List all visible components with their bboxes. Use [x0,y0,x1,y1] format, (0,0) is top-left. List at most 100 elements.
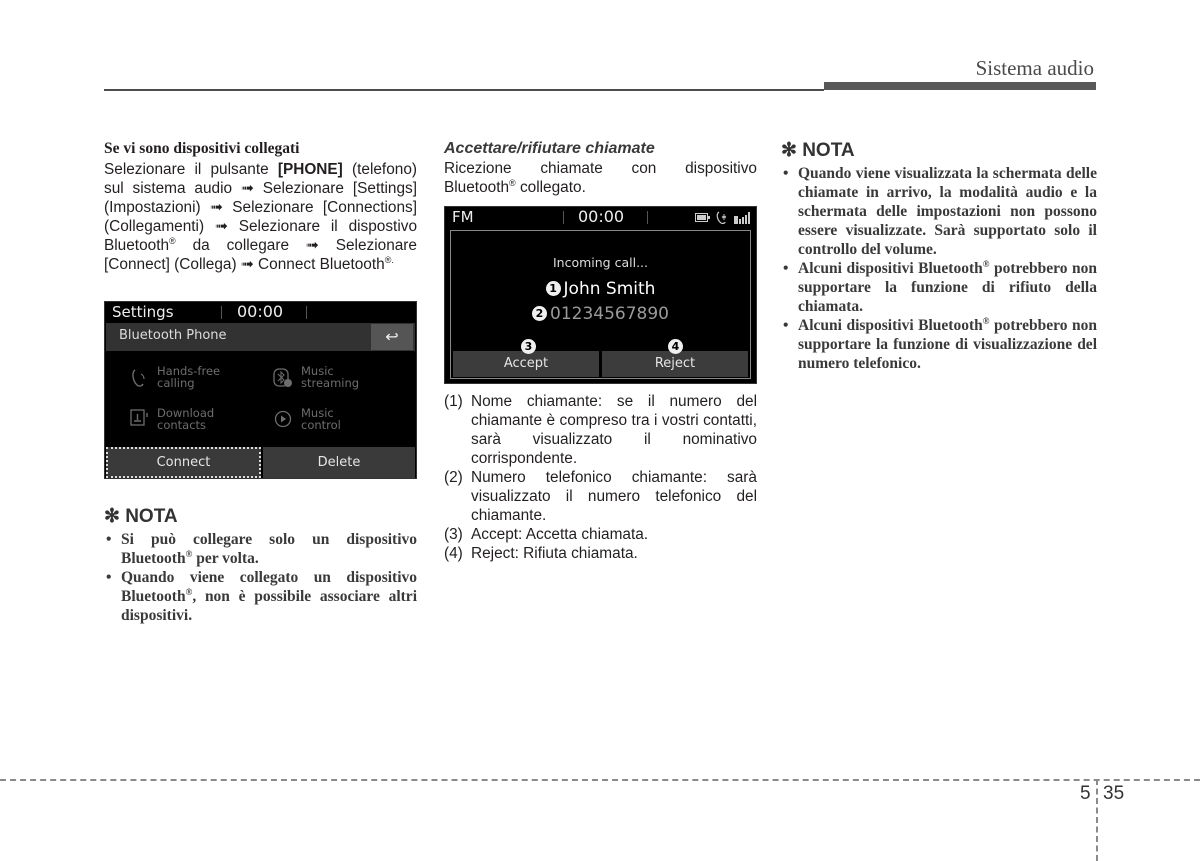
legend-item: (1) Nome chiamante: se il numero del chia… [444,392,757,468]
status-bar: Settings 00:00 [105,302,416,323]
incoming-call-screen: FM 00:00 Incoming call... 1 John Smith 20… [444,206,757,384]
status-icons [695,211,750,224]
note-item: • Alcuni dispositivi Bluetooth® potrebber… [781,259,1097,316]
feature-label: control [301,418,341,432]
text: Connect Bluetooth [253,256,385,273]
chapter-number: 5 [1080,783,1091,804]
connected-devices-heading: Se vi sono dispositivi collegati [104,140,300,157]
note-list: • Si può collegare solo un dispositivo Bl… [104,530,417,625]
text: . [391,255,394,265]
callout-legend: (1) Nome chiamante: se il numero del chia… [444,392,757,563]
bullet: • [783,165,789,182]
legend-text: Reject: Rifiuta chiamata. [471,545,638,562]
incoming-call-label: Incoming call... [552,255,648,270]
registered-mark: ® [169,236,176,246]
column-left: Se vi sono dispositivi collegati Selezio… [104,139,417,274]
play-circle-icon [274,410,292,428]
status-divider [563,211,564,224]
feature-hands-free-calling: Hands-free calling [157,365,220,389]
reject-button[interactable]: Reject [602,351,748,377]
phone-key: [PHONE] [277,161,343,178]
header-rule-accent [824,82,1096,90]
status-divider [647,211,648,224]
status-clock: 00:00 [237,302,284,321]
text: Quando viene visualizzata la schermata d… [798,165,1097,258]
status-mode: Settings [112,303,174,321]
note-heading: ✻ NOTA [781,139,1097,162]
legend-item: (4) Reject: Rifiuta chiamata. [444,544,757,563]
bullet: • [106,569,112,586]
asterisk-icon: ✻ [781,140,797,161]
arrow-icon: ➟ [210,199,223,216]
feature-label: streaming [301,376,360,390]
connect-instructions: Selezionare il pulsante [PHONE] (telefon… [104,160,417,274]
accept-button[interactable]: Accept [453,351,599,377]
footer-rule [0,779,1200,781]
text: Ricezione chiamate con dispositivo Bluet… [444,160,757,196]
action-buttons: Connect Delete [106,447,415,478]
legend-item: (2) Numero telefonico chiamante: sarà vis… [444,468,757,525]
feature-label: calling [157,376,195,390]
callout-marker-2: 2 [532,306,547,321]
note-heading: ✻ NOTA [104,505,417,528]
legend-number: (1) [444,393,463,410]
legend-number: (2) [444,469,463,486]
back-button[interactable]: ↩ [371,324,413,350]
battery-icon [695,213,710,222]
feature-music-streaming: Music streaming [301,365,359,389]
caller-number: 2 01234567890 [445,304,756,324]
connect-button[interactable]: Connect [106,447,261,478]
bullet: • [783,260,789,277]
text: Alcuni dispositivi Bluetooth [798,260,983,277]
arrow-icon: ➟ [305,237,319,254]
feature-label: contacts [157,418,207,432]
status-clock: 00:00 [578,207,625,226]
section-title: Sistema audio [975,56,1094,80]
column-middle: Accettare/rifiutare chiamate Ricezione c… [444,139,757,197]
note-title: NOTA [802,140,855,161]
arrow-icon: ➟ [240,180,254,197]
screen-title: Bluetooth Phone [119,328,227,343]
text: Alcuni dispositivi Bluetooth [798,317,983,334]
caller-name-text: John Smith [563,279,656,299]
callout-marker-1: 1 [545,281,561,296]
bluetooth-phone-icon [716,211,727,224]
text: Si può collegare solo un dispositivo Blu… [121,531,417,567]
delete-button[interactable]: Delete [263,447,415,478]
footer-divider [1096,779,1098,861]
feature-music-control: Music control [301,407,341,431]
arrow-icon: ➟ [214,218,228,235]
signal-icon [734,211,750,224]
note-item: • Quando viene collegato un dispositivo B… [104,568,417,625]
title-bar: Bluetooth Phone ↩ [106,323,415,351]
text: per volta. [192,550,259,567]
status-divider [306,306,307,319]
bullet: • [783,317,789,334]
intro-text: Ricezione chiamate con dispositivo Bluet… [444,159,757,197]
legend-text: Nome chiamante: se il numero del chiaman… [471,393,757,467]
phone-handsfree-icon [132,369,145,387]
page-number: 35 [1103,783,1125,804]
note-box-right: ✻ NOTA • Quando viene visualizzata la sch… [781,139,1097,373]
text: Selezionare il pulsante [104,161,278,178]
header-rule [104,89,824,91]
text: da collegare [175,237,306,254]
back-arrow-icon: ↩ [385,327,399,346]
registered-mark: ® [509,178,516,188]
status-bar: FM 00:00 [445,207,756,228]
bluetooth-music-icon [273,368,292,387]
note-title: NOTA [125,506,178,527]
note-list: • Quando viene visualizzata la schermata … [781,164,1097,373]
legend-list: (1) Nome chiamante: se il numero del chia… [444,392,757,563]
download-contacts-icon [130,409,148,426]
asterisk-icon: ✻ [104,506,120,527]
bullet: • [106,531,112,548]
note-item: • Quando viene visualizzata la schermata … [781,164,1097,259]
legend-text: Numero telefonico chiamante: sarà visual… [471,469,757,524]
legend-number: (3) [444,526,463,543]
callout-marker-4: 4 [668,339,683,354]
arrow-icon: ➟ [240,256,254,273]
legend-number: (4) [444,545,463,562]
note-item: • Alcuni dispositivi Bluetooth® potrebber… [781,316,1097,373]
legend-item: (3) Accept: Accetta chiamata. [444,525,757,544]
